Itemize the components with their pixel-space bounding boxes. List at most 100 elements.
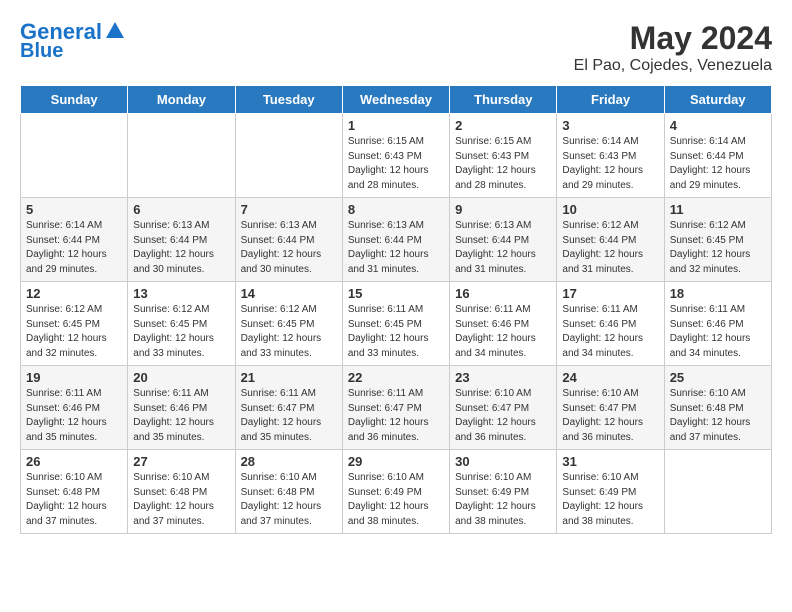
day-info: Sunrise: 6:15 AM Sunset: 6:43 PM Dayligh… <box>455 135 551 193</box>
calendar-cell: 27 Sunrise: 6:10 AM Sunset: 6:48 PM Dayli… <box>128 450 235 534</box>
weekday-header-sunday: Sunday <box>21 86 128 114</box>
day-number: 9 <box>455 202 551 217</box>
day-info: Sunrise: 6:11 AM Sunset: 6:47 PM Dayligh… <box>348 387 444 445</box>
weekday-header-wednesday: Wednesday <box>342 86 449 114</box>
day-number: 3 <box>562 118 658 133</box>
calendar-cell: 6Sunrise: 6:13 AM Sunset: 6:44 PM Daylig… <box>128 198 235 282</box>
day-number: 26 <box>26 454 122 469</box>
calendar-cell: 2 Sunrise: 6:15 AM Sunset: 6:43 PM Daylig… <box>450 114 557 198</box>
day-info: Sunrise: 6:11 AM Sunset: 6:46 PM Dayligh… <box>133 387 229 445</box>
day-info: Sunrise: 6:10 AM Sunset: 6:48 PM Dayligh… <box>26 471 122 529</box>
day-number: 10 <box>562 202 658 217</box>
day-info: Sunrise: 6:15 AM Sunset: 6:43 PM Dayligh… <box>348 135 444 193</box>
day-info: Sunrise: 6:10 AM Sunset: 6:48 PM Dayligh… <box>241 471 337 529</box>
day-info: Sunrise: 6:14 AM Sunset: 6:44 PM Dayligh… <box>26 219 122 277</box>
day-info: Sunrise: 6:13 AM Sunset: 6:44 PM Dayligh… <box>455 219 551 277</box>
calendar-cell: 11Sunrise: 6:12 AM Sunset: 6:45 PM Dayli… <box>664 198 771 282</box>
calendar-cell: 4 Sunrise: 6:14 AM Sunset: 6:44 PM Daylig… <box>664 114 771 198</box>
day-number: 23 <box>455 370 551 385</box>
calendar-cell: 10 Sunrise: 6:12 AM Sunset: 6:44 PM Dayli… <box>557 198 664 282</box>
day-info: Sunrise: 6:10 AM Sunset: 6:47 PM Dayligh… <box>455 387 551 445</box>
day-info: Sunrise: 6:13 AM Sunset: 6:44 PM Dayligh… <box>348 219 444 277</box>
day-info: Sunrise: 6:12 AM Sunset: 6:44 PM Dayligh… <box>562 219 658 277</box>
logo-arrow-icon <box>104 20 126 42</box>
day-info: Sunrise: 6:11 AM Sunset: 6:46 PM Dayligh… <box>26 387 122 445</box>
day-number: 4 <box>670 118 766 133</box>
day-number: 21 <box>241 370 337 385</box>
calendar-cell <box>664 450 771 534</box>
day-info: Sunrise: 6:10 AM Sunset: 6:49 PM Dayligh… <box>348 471 444 529</box>
day-number: 25 <box>670 370 766 385</box>
title-block: May 2024 El Pao, Cojedes, Venezuela <box>574 20 772 75</box>
day-number: 1 <box>348 118 444 133</box>
calendar-cell: 3Sunrise: 6:14 AM Sunset: 6:43 PM Daylig… <box>557 114 664 198</box>
month-title: May 2024 <box>574 20 772 57</box>
day-info: Sunrise: 6:12 AM Sunset: 6:45 PM Dayligh… <box>133 303 229 361</box>
calendar-cell: 8 Sunrise: 6:13 AM Sunset: 6:44 PM Daylig… <box>342 198 449 282</box>
calendar-cell: 31 Sunrise: 6:10 AM Sunset: 6:49 PM Dayli… <box>557 450 664 534</box>
day-number: 17 <box>562 286 658 301</box>
calendar-cell: 17 Sunrise: 6:11 AM Sunset: 6:46 PM Dayli… <box>557 282 664 366</box>
day-info: Sunrise: 6:14 AM Sunset: 6:44 PM Dayligh… <box>670 135 766 193</box>
day-number: 15 <box>348 286 444 301</box>
calendar-cell: 1 Sunrise: 6:15 AM Sunset: 6:43 PM Daylig… <box>342 114 449 198</box>
logo-text-blue: Blue <box>20 40 63 62</box>
weekday-header-saturday: Saturday <box>664 86 771 114</box>
calendar-cell: 23 Sunrise: 6:10 AM Sunset: 6:47 PM Dayli… <box>450 366 557 450</box>
calendar-cell: 20 Sunrise: 6:11 AM Sunset: 6:46 PM Dayli… <box>128 366 235 450</box>
day-number: 19 <box>26 370 122 385</box>
calendar-cell <box>235 114 342 198</box>
calendar-cell: 5 Sunrise: 6:14 AM Sunset: 6:44 PM Daylig… <box>21 198 128 282</box>
calendar-cell: 9 Sunrise: 6:13 AM Sunset: 6:44 PM Daylig… <box>450 198 557 282</box>
calendar-cell: 29Sunrise: 6:10 AM Sunset: 6:49 PM Dayli… <box>342 450 449 534</box>
day-info: Sunrise: 6:10 AM Sunset: 6:48 PM Dayligh… <box>133 471 229 529</box>
day-info: Sunrise: 6:13 AM Sunset: 6:44 PM Dayligh… <box>241 219 337 277</box>
calendar-cell: 7Sunrise: 6:13 AM Sunset: 6:44 PM Daylig… <box>235 198 342 282</box>
day-number: 20 <box>133 370 229 385</box>
day-info: Sunrise: 6:10 AM Sunset: 6:48 PM Dayligh… <box>670 387 766 445</box>
calendar-week-row: 19 Sunrise: 6:11 AM Sunset: 6:46 PM Dayli… <box>21 366 772 450</box>
day-number: 18 <box>670 286 766 301</box>
day-number: 22 <box>348 370 444 385</box>
location-title: El Pao, Cojedes, Venezuela <box>574 57 772 75</box>
day-info: Sunrise: 6:13 AM Sunset: 6:44 PM Dayligh… <box>133 219 229 277</box>
logo: General Blue <box>20 20 126 62</box>
day-info: Sunrise: 6:11 AM Sunset: 6:46 PM Dayligh… <box>562 303 658 361</box>
day-number: 16 <box>455 286 551 301</box>
calendar-cell: 14Sunrise: 6:12 AM Sunset: 6:45 PM Dayli… <box>235 282 342 366</box>
calendar-cell: 26 Sunrise: 6:10 AM Sunset: 6:48 PM Dayli… <box>21 450 128 534</box>
weekday-header-friday: Friday <box>557 86 664 114</box>
calendar-cell: 25 Sunrise: 6:10 AM Sunset: 6:48 PM Dayli… <box>664 366 771 450</box>
page-header: General Blue May 2024 El Pao, Cojedes, V… <box>20 20 772 75</box>
day-number: 13 <box>133 286 229 301</box>
calendar-week-row: 26 Sunrise: 6:10 AM Sunset: 6:48 PM Dayli… <box>21 450 772 534</box>
day-info: Sunrise: 6:11 AM Sunset: 6:46 PM Dayligh… <box>455 303 551 361</box>
day-info: Sunrise: 6:10 AM Sunset: 6:49 PM Dayligh… <box>455 471 551 529</box>
calendar-cell: 24 Sunrise: 6:10 AM Sunset: 6:47 PM Dayli… <box>557 366 664 450</box>
weekday-header-monday: Monday <box>128 86 235 114</box>
day-info: Sunrise: 6:11 AM Sunset: 6:45 PM Dayligh… <box>348 303 444 361</box>
day-number: 27 <box>133 454 229 469</box>
day-info: Sunrise: 6:11 AM Sunset: 6:47 PM Dayligh… <box>241 387 337 445</box>
day-number: 24 <box>562 370 658 385</box>
day-number: 2 <box>455 118 551 133</box>
calendar-cell <box>21 114 128 198</box>
calendar-table: SundayMondayTuesdayWednesdayThursdayFrid… <box>20 85 772 534</box>
calendar-cell <box>128 114 235 198</box>
day-number: 12 <box>26 286 122 301</box>
weekday-header-tuesday: Tuesday <box>235 86 342 114</box>
day-info: Sunrise: 6:11 AM Sunset: 6:46 PM Dayligh… <box>670 303 766 361</box>
calendar-week-row: 12 Sunrise: 6:12 AM Sunset: 6:45 PM Dayli… <box>21 282 772 366</box>
day-info: Sunrise: 6:10 AM Sunset: 6:47 PM Dayligh… <box>562 387 658 445</box>
day-number: 8 <box>348 202 444 217</box>
day-number: 30 <box>455 454 551 469</box>
day-info: Sunrise: 6:10 AM Sunset: 6:49 PM Dayligh… <box>562 471 658 529</box>
calendar-cell: 15 Sunrise: 6:11 AM Sunset: 6:45 PM Dayli… <box>342 282 449 366</box>
calendar-week-row: 1 Sunrise: 6:15 AM Sunset: 6:43 PM Daylig… <box>21 114 772 198</box>
weekday-header-row: SundayMondayTuesdayWednesdayThursdayFrid… <box>21 86 772 114</box>
calendar-cell: 13 Sunrise: 6:12 AM Sunset: 6:45 PM Dayli… <box>128 282 235 366</box>
day-info: Sunrise: 6:12 AM Sunset: 6:45 PM Dayligh… <box>670 219 766 277</box>
day-number: 31 <box>562 454 658 469</box>
day-number: 5 <box>26 202 122 217</box>
calendar-cell: 12Sunrise: 6:12 AM Sunset: 6:45 PM Dayli… <box>21 282 128 366</box>
